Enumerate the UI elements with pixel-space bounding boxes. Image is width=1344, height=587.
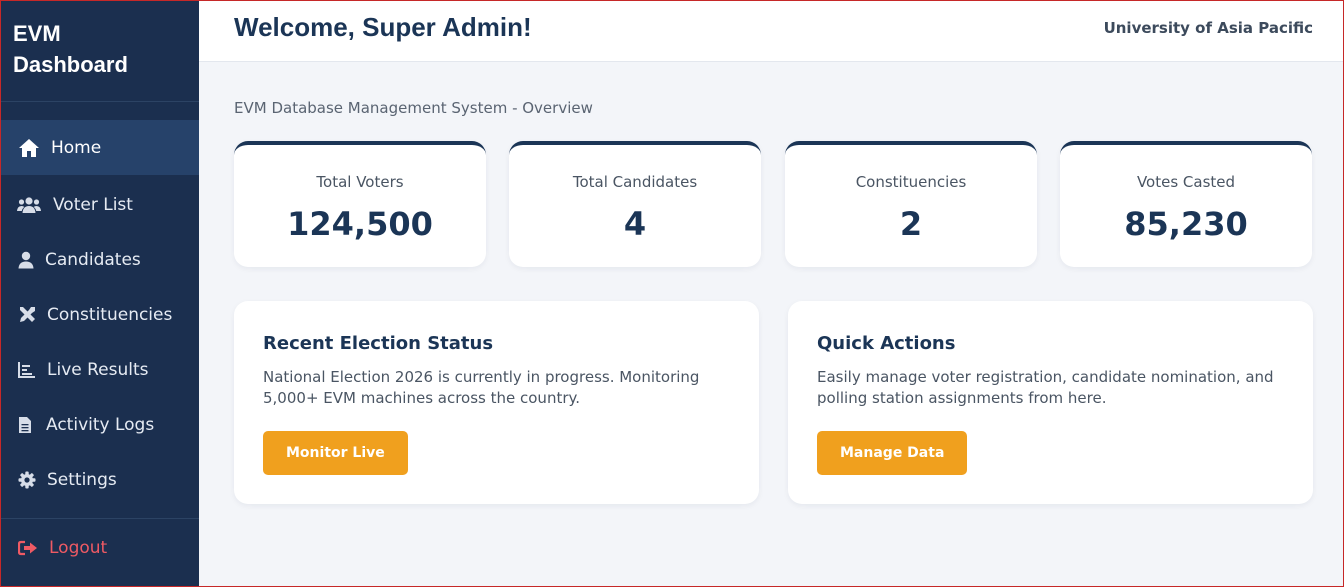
quick-actions-panel: Quick Actions Easily manage voter regist… (788, 301, 1313, 504)
panel-text: Easily manage voter registration, candid… (817, 368, 1274, 407)
sidebar-item-home[interactable]: Home (0, 120, 199, 175)
panel-text: National Election 2026 is currently in p… (263, 368, 700, 407)
panel-title: Quick Actions (817, 333, 956, 354)
sidebar-item-activity-logs[interactable]: Activity Logs (0, 397, 199, 452)
sidebar-item-label: Activity Logs (46, 414, 155, 435)
manage-data-button[interactable]: Manage Data (817, 431, 968, 475)
sidebar-item-label: Live Results (47, 359, 149, 380)
stat-card-votes-casted: Votes Casted 85,230 (1060, 141, 1312, 267)
sidebar-divider (0, 518, 199, 519)
user-icon (17, 249, 35, 271)
sidebar-item-voter-list[interactable]: Voter List (0, 177, 199, 232)
sidebar-item-candidates[interactable]: Candidates (0, 232, 199, 287)
stat-value: 2 (899, 205, 923, 243)
monitor-live-button[interactable]: Monitor Live (263, 431, 408, 475)
gear-icon (17, 469, 37, 491)
logout-button[interactable]: Logout (0, 520, 199, 575)
page-subtitle: EVM Database Management System - Overvie… (234, 99, 593, 117)
sidebar: EVM Dashboard Home Voter List Candidates… (0, 0, 199, 587)
tools-icon (17, 304, 37, 326)
logout-label: Logout (49, 537, 108, 558)
panel-title: Recent Election Status (263, 333, 494, 354)
brand-logo: EVM Dashboard (13, 18, 193, 80)
logout-icon (17, 537, 39, 559)
page-title: Welcome, Super Admin! (234, 12, 532, 42)
sidebar-item-label: Settings (47, 469, 117, 490)
sidebar-item-constituencies[interactable]: Constituencies (0, 287, 199, 342)
stat-value: 85,230 (1124, 205, 1248, 243)
stat-label: Constituencies (855, 173, 967, 191)
stat-value: 124,500 (287, 205, 433, 243)
home-icon (17, 137, 41, 159)
recent-election-status-panel: Recent Election Status National Election… (234, 301, 759, 504)
sidebar-divider (0, 101, 199, 102)
stat-card-constituencies: Constituencies 2 (785, 141, 1037, 267)
top-bar: Welcome, Super Admin! University of Asia… (199, 0, 1344, 62)
file-icon (17, 414, 33, 436)
brand-line2: Dashboard (13, 52, 128, 77)
stat-value: 4 (623, 205, 647, 243)
organization-name: University of Asia Pacific (1103, 19, 1313, 37)
stat-label: Total Voters (316, 173, 404, 191)
chart-icon (17, 359, 37, 381)
sidebar-item-label: Constituencies (47, 304, 173, 325)
stat-label: Votes Casted (1136, 173, 1236, 191)
sidebar-item-label: Home (51, 137, 102, 158)
stat-label: Total Candidates (572, 173, 698, 191)
sidebar-item-label: Candidates (45, 249, 141, 270)
sidebar-item-live-results[interactable]: Live Results (0, 342, 199, 397)
stat-card-total-candidates: Total Candidates 4 (509, 141, 761, 267)
sidebar-item-settings[interactable]: Settings (0, 452, 199, 507)
users-icon (17, 194, 41, 216)
brand-line1: EVM (13, 21, 61, 46)
stat-card-total-voters: Total Voters 124,500 (234, 141, 486, 267)
sidebar-item-label: Voter List (53, 194, 133, 215)
